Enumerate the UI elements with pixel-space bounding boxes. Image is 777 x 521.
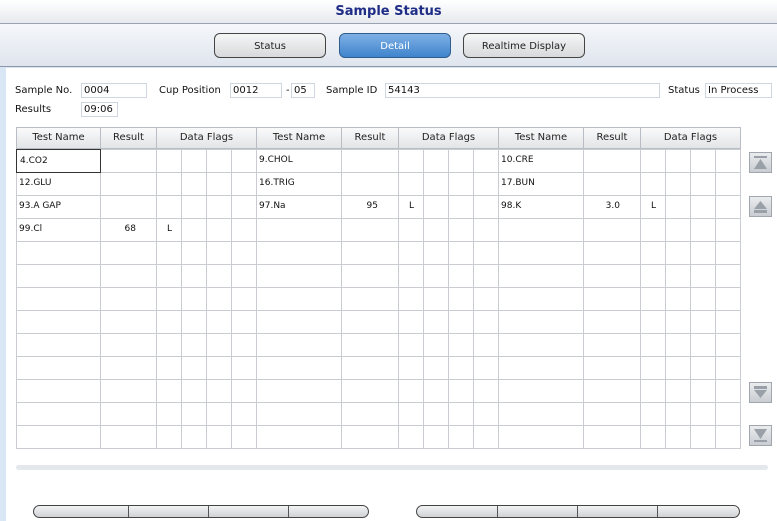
- data-flag-cell: L: [167, 224, 173, 234]
- data-flag-cell: L: [651, 201, 657, 211]
- page-up-icon: [754, 201, 767, 213]
- bottom-button-bar-right[interactable]: [416, 505, 740, 518]
- tab-bar: Status Detail Realtime Display: [0, 24, 777, 67]
- column-header-data-flags: Data Flags: [640, 127, 741, 149]
- grid-column-line: [231, 149, 232, 449]
- grid-column-line: [665, 149, 666, 449]
- tab-detail[interactable]: Detail: [339, 33, 451, 58]
- result-cell: [100, 195, 136, 218]
- tab-realtime-display[interactable]: Realtime Display: [463, 33, 585, 58]
- result-cell: 68: [124, 224, 136, 234]
- data-flag-cell: [156, 172, 181, 195]
- result-cell: [583, 149, 620, 172]
- data-flag-cell: [640, 149, 665, 172]
- cup-position-separator: -: [286, 85, 290, 96]
- test-name-cell[interactable]: 9.CHOL: [256, 149, 340, 172]
- cup-position-label: Cup Position: [159, 85, 221, 96]
- data-flag-cell: [398, 149, 423, 172]
- result-cell: [341, 218, 378, 241]
- data-flag-cell: [156, 149, 181, 172]
- bottom-button-bar-left[interactable]: [33, 505, 369, 518]
- column-header-test-name: Test Name: [256, 127, 342, 149]
- result-cell: 95: [366, 201, 378, 211]
- cup-sub-field[interactable]: 05: [291, 83, 315, 98]
- test-name-cell[interactable]: 99.Cl: [16, 218, 100, 241]
- last-page-icon: [754, 429, 767, 442]
- page-down-icon: [754, 386, 767, 398]
- data-flag-cell: [640, 172, 665, 195]
- result-cell: [100, 172, 136, 195]
- grid-column-line: [206, 149, 207, 449]
- grid-row-line: [16, 333, 741, 334]
- scroll-down-button[interactable]: [749, 382, 772, 403]
- column-header-result: Result: [583, 127, 641, 149]
- test-name-cell[interactable]: 97.Na: [256, 195, 340, 218]
- tab-status[interactable]: Status: [214, 33, 326, 58]
- status-label: Status: [668, 85, 700, 96]
- grid-column-line: [690, 149, 691, 449]
- result-cell: [100, 149, 136, 172]
- grid-column-line: [423, 149, 424, 449]
- scroll-bottom-button[interactable]: [749, 425, 772, 446]
- test-name-cell[interactable]: 12.GLU: [16, 172, 100, 195]
- test-name-cell[interactable]: 98.K: [498, 195, 582, 218]
- grid-row-line: [16, 241, 741, 242]
- results-label: Results: [15, 104, 52, 115]
- grid-row-line: [16, 287, 741, 288]
- test-name-cell[interactable]: 17.BUN: [498, 172, 582, 195]
- grid-row-line: [16, 356, 741, 357]
- grid-row-line: [16, 402, 741, 403]
- results-table: Test Name Result Data Flags Test Name Re…: [16, 127, 741, 449]
- grid-row-line: [16, 264, 741, 265]
- data-flag-cell: [156, 195, 181, 218]
- grid-column-line: [473, 149, 474, 449]
- test-name-cell[interactable]: 16.TRIG: [256, 172, 340, 195]
- result-cell: [583, 218, 620, 241]
- first-page-icon: [754, 156, 767, 169]
- column-header-test-name: Test Name: [498, 127, 584, 149]
- column-header-data-flags: Data Flags: [156, 127, 257, 149]
- sample-id-label: Sample ID: [326, 85, 378, 96]
- scroll-up-button[interactable]: [749, 196, 772, 217]
- sample-no-field[interactable]: 0004: [81, 83, 147, 98]
- scroll-top-button[interactable]: [749, 152, 772, 173]
- data-flag-cell: [640, 218, 665, 241]
- data-flag-cell: [398, 218, 423, 241]
- cup-position-field[interactable]: 0012: [230, 83, 282, 98]
- sample-no-label: Sample No.: [15, 85, 73, 96]
- test-name-cell[interactable]: 4.CO2: [16, 149, 101, 173]
- column-header-result: Result: [100, 127, 157, 149]
- test-name-cell[interactable]: [498, 218, 582, 241]
- test-name-cell[interactable]: 93.A GAP: [16, 195, 100, 218]
- grid-row-line: [16, 310, 741, 311]
- result-cell: 3.0: [605, 201, 620, 211]
- grid-column-line: [740, 149, 741, 449]
- grid-row-line: [16, 425, 741, 426]
- grid-row-line: [16, 448, 741, 449]
- column-header-test-name: Test Name: [16, 127, 101, 149]
- results-field: 09:06: [81, 102, 118, 117]
- result-cell: [583, 172, 620, 195]
- window-title: Sample Status: [0, 0, 777, 24]
- data-flag-cell: [398, 172, 423, 195]
- result-cell: [341, 172, 378, 195]
- test-name-cell[interactable]: 10.CRE: [498, 149, 582, 172]
- result-cell: [341, 149, 378, 172]
- grid-column-line: [715, 149, 716, 449]
- grid-row-line: [16, 379, 741, 380]
- data-flag-cell: L: [409, 201, 415, 211]
- grid-column-line: [181, 149, 182, 449]
- status-field: In Process: [705, 83, 772, 98]
- grid-column-line: [448, 149, 449, 449]
- horizontal-scrollbar[interactable]: [16, 465, 768, 470]
- column-header-result: Result: [341, 127, 399, 149]
- sample-id-field[interactable]: 54143: [385, 83, 660, 98]
- column-header-data-flags: Data Flags: [398, 127, 499, 149]
- test-name-cell[interactable]: [256, 218, 340, 241]
